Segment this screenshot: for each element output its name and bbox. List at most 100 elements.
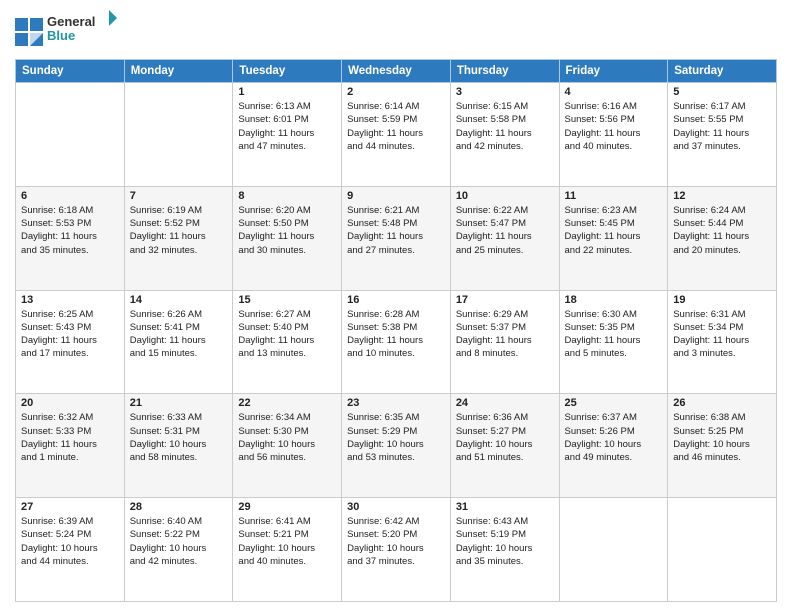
day-number: 4: [565, 86, 663, 98]
cell-info-line: Daylight: 11 hours: [673, 127, 771, 140]
cell-info-line: and 27 minutes.: [347, 244, 445, 257]
logo-icon: [15, 18, 43, 46]
calendar-cell: 21Sunrise: 6:33 AMSunset: 5:31 PMDayligh…: [124, 394, 233, 498]
calendar-cell: 14Sunrise: 6:26 AMSunset: 5:41 PMDayligh…: [124, 290, 233, 394]
calendar-cell: [16, 83, 125, 187]
cell-info-line: Sunset: 5:34 PM: [673, 321, 771, 334]
svg-text:Blue: Blue: [47, 28, 75, 43]
cell-info-line: Sunrise: 6:20 AM: [238, 204, 336, 217]
day-number: 31: [456, 501, 554, 513]
calendar-cell: 5Sunrise: 6:17 AMSunset: 5:55 PMDaylight…: [668, 83, 777, 187]
cell-info-line: and 42 minutes.: [130, 555, 228, 568]
day-number: 29: [238, 501, 336, 513]
cell-info-line: Daylight: 11 hours: [456, 230, 554, 243]
cell-info-line: Sunrise: 6:39 AM: [21, 515, 119, 528]
cell-info-line: Daylight: 11 hours: [21, 438, 119, 451]
cell-info-line: Daylight: 11 hours: [565, 334, 663, 347]
calendar-cell: 23Sunrise: 6:35 AMSunset: 5:29 PMDayligh…: [342, 394, 451, 498]
cell-info-line: Daylight: 10 hours: [456, 438, 554, 451]
weekday-thursday: Thursday: [450, 60, 559, 83]
day-number: 20: [21, 397, 119, 409]
cell-info-line: Daylight: 11 hours: [238, 334, 336, 347]
calendar-row-4: 27Sunrise: 6:39 AMSunset: 5:24 PMDayligh…: [16, 498, 777, 602]
calendar-cell: 20Sunrise: 6:32 AMSunset: 5:33 PMDayligh…: [16, 394, 125, 498]
weekday-friday: Friday: [559, 60, 668, 83]
cell-info-line: Sunrise: 6:38 AM: [673, 411, 771, 424]
cell-info-line: Daylight: 11 hours: [565, 230, 663, 243]
calendar-cell: 11Sunrise: 6:23 AMSunset: 5:45 PMDayligh…: [559, 186, 668, 290]
cell-info-line: Sunset: 5:38 PM: [347, 321, 445, 334]
cell-info-line: Sunset: 5:50 PM: [238, 217, 336, 230]
day-number: 27: [21, 501, 119, 513]
day-number: 24: [456, 397, 554, 409]
cell-info-line: and 40 minutes.: [565, 140, 663, 153]
cell-info-line: Daylight: 11 hours: [238, 230, 336, 243]
day-number: 5: [673, 86, 771, 98]
cell-info-line: Daylight: 11 hours: [673, 230, 771, 243]
cell-info-line: and 30 minutes.: [238, 244, 336, 257]
cell-info-line: Sunset: 5:55 PM: [673, 113, 771, 126]
page: General Blue SundayMondayTuesdayWednesda…: [0, 0, 792, 612]
cell-info-line: and 8 minutes.: [456, 347, 554, 360]
cell-info-line: Daylight: 10 hours: [130, 438, 228, 451]
day-number: 15: [238, 294, 336, 306]
cell-info-line: Sunset: 5:47 PM: [456, 217, 554, 230]
cell-info-line: Daylight: 10 hours: [347, 542, 445, 555]
cell-info-line: Daylight: 10 hours: [456, 542, 554, 555]
calendar-cell: [668, 498, 777, 602]
cell-info-line: and 35 minutes.: [21, 244, 119, 257]
calendar-cell: 22Sunrise: 6:34 AMSunset: 5:30 PMDayligh…: [233, 394, 342, 498]
cell-info-line: Sunset: 5:44 PM: [673, 217, 771, 230]
cell-info-line: Daylight: 10 hours: [347, 438, 445, 451]
cell-info-line: and 49 minutes.: [565, 451, 663, 464]
cell-info-line: and 20 minutes.: [673, 244, 771, 257]
cell-info-line: Sunset: 5:29 PM: [347, 425, 445, 438]
cell-info-line: Sunrise: 6:26 AM: [130, 308, 228, 321]
day-number: 16: [347, 294, 445, 306]
cell-info-line: and 46 minutes.: [673, 451, 771, 464]
cell-info-line: Sunrise: 6:27 AM: [238, 308, 336, 321]
cell-info-line: Sunrise: 6:40 AM: [130, 515, 228, 528]
calendar-cell: 13Sunrise: 6:25 AMSunset: 5:43 PMDayligh…: [16, 290, 125, 394]
cell-info-line: Sunset: 5:31 PM: [130, 425, 228, 438]
day-number: 26: [673, 397, 771, 409]
cell-info-line: Sunrise: 6:14 AM: [347, 100, 445, 113]
calendar-cell: 25Sunrise: 6:37 AMSunset: 5:26 PMDayligh…: [559, 394, 668, 498]
day-number: 7: [130, 190, 228, 202]
day-number: 18: [565, 294, 663, 306]
cell-info-line: Sunset: 5:58 PM: [456, 113, 554, 126]
cell-info-line: Sunrise: 6:43 AM: [456, 515, 554, 528]
cell-info-line: Sunrise: 6:25 AM: [21, 308, 119, 321]
cell-info-line: and 37 minutes.: [673, 140, 771, 153]
cell-info-line: and 1 minute.: [21, 451, 119, 464]
day-number: 22: [238, 397, 336, 409]
cell-info-line: Daylight: 11 hours: [130, 334, 228, 347]
cell-info-line: and 3 minutes.: [673, 347, 771, 360]
calendar-cell: 7Sunrise: 6:19 AMSunset: 5:52 PMDaylight…: [124, 186, 233, 290]
weekday-sunday: Sunday: [16, 60, 125, 83]
calendar-cell: 12Sunrise: 6:24 AMSunset: 5:44 PMDayligh…: [668, 186, 777, 290]
cell-info-line: Sunrise: 6:30 AM: [565, 308, 663, 321]
logo: General Blue: [15, 10, 117, 53]
day-number: 11: [565, 190, 663, 202]
cell-info-line: Sunrise: 6:21 AM: [347, 204, 445, 217]
cell-info-line: Sunset: 5:53 PM: [21, 217, 119, 230]
cell-info-line: Sunrise: 6:32 AM: [21, 411, 119, 424]
cell-info-line: Sunrise: 6:33 AM: [130, 411, 228, 424]
cell-info-line: Daylight: 10 hours: [130, 542, 228, 555]
weekday-tuesday: Tuesday: [233, 60, 342, 83]
calendar-row-1: 6Sunrise: 6:18 AMSunset: 5:53 PMDaylight…: [16, 186, 777, 290]
cell-info-line: Sunrise: 6:28 AM: [347, 308, 445, 321]
calendar-cell: 27Sunrise: 6:39 AMSunset: 5:24 PMDayligh…: [16, 498, 125, 602]
cell-info-line: Daylight: 11 hours: [565, 127, 663, 140]
cell-info-line: Sunset: 5:48 PM: [347, 217, 445, 230]
day-number: 8: [238, 190, 336, 202]
cell-info-line: Daylight: 11 hours: [21, 334, 119, 347]
cell-info-line: Daylight: 11 hours: [673, 334, 771, 347]
cell-info-line: Daylight: 11 hours: [456, 334, 554, 347]
cell-info-line: and 42 minutes.: [456, 140, 554, 153]
cell-info-line: Daylight: 11 hours: [347, 127, 445, 140]
cell-info-line: and 53 minutes.: [347, 451, 445, 464]
calendar-cell: 3Sunrise: 6:15 AMSunset: 5:58 PMDaylight…: [450, 83, 559, 187]
cell-info-line: Sunset: 5:40 PM: [238, 321, 336, 334]
